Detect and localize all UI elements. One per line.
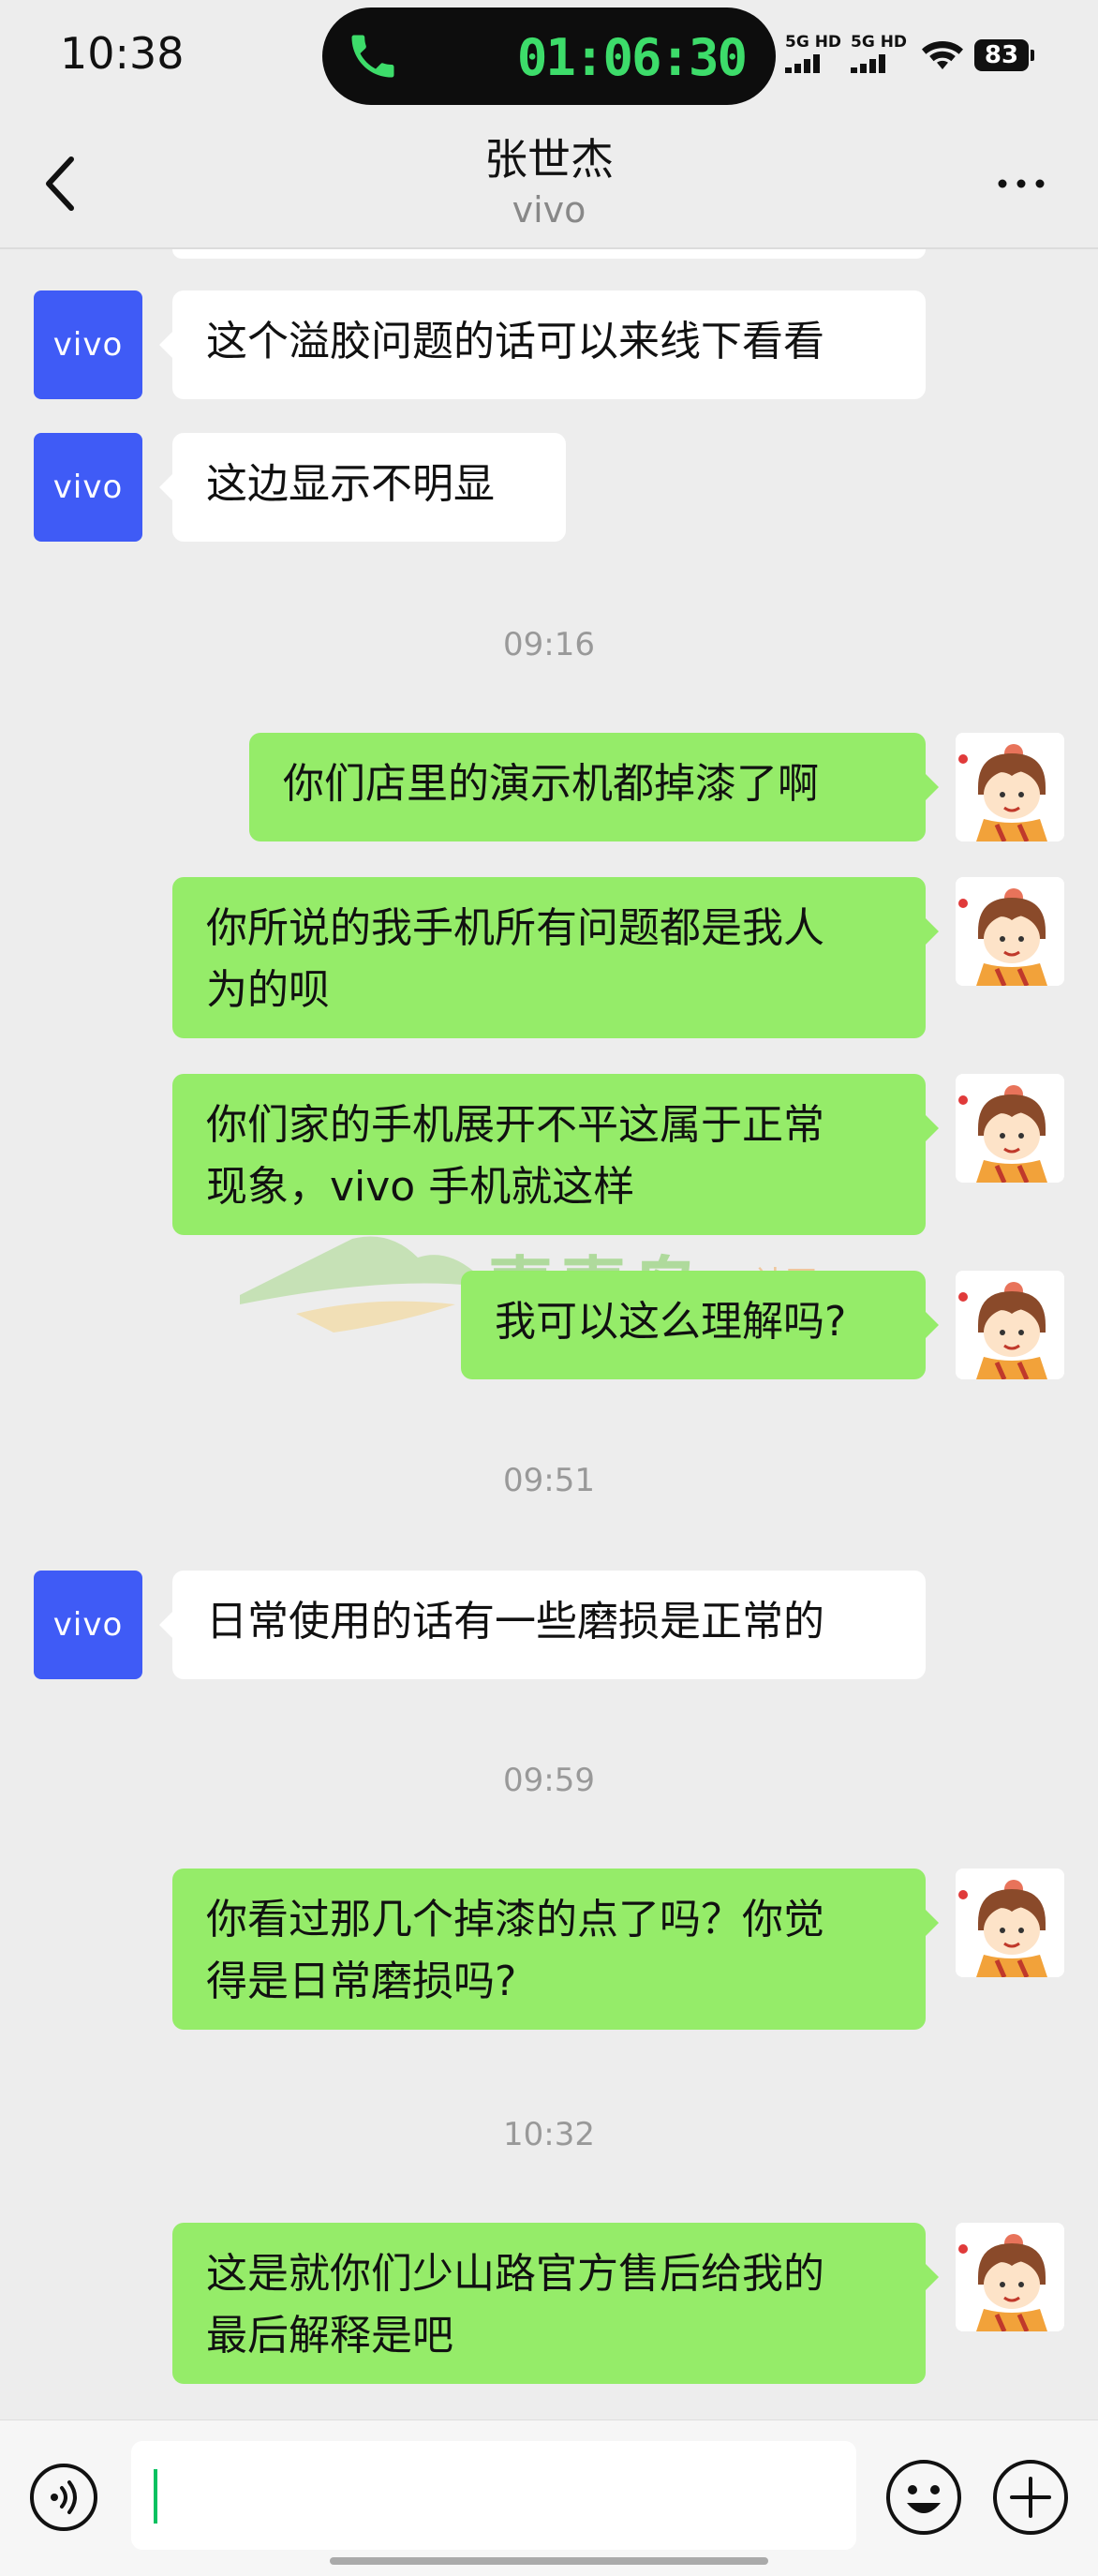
signal-bars-icon	[785, 52, 841, 73]
status-bar: 10:38 01:06:30 5G HD 5G HD 83	[0, 0, 1098, 112]
incoming-message[interactable]: 这个溢胶问题的话可以来线下看看	[159, 290, 926, 399]
user-avatar[interactable]	[956, 1271, 1064, 1379]
signal-bars-icon	[851, 52, 907, 73]
chat-title: 张世杰	[484, 134, 614, 185]
emoji-icon[interactable]	[884, 2458, 963, 2537]
chat-header: 张世杰 vivo	[0, 112, 1098, 247]
call-timer: 01:06:30	[516, 28, 748, 87]
contact-avatar[interactable]: vivo	[34, 1571, 142, 1679]
voice-input-icon[interactable]	[28, 2462, 99, 2533]
user-avatar[interactable]	[956, 1074, 1064, 1183]
battery-icon: 83	[974, 39, 1034, 71]
user-avatar[interactable]	[956, 2223, 1064, 2331]
ongoing-call-pill[interactable]: 01:06:30	[322, 7, 776, 105]
outgoing-message[interactable]: 你们店里的演示机都掉漆了啊	[249, 733, 939, 841]
outgoing-message[interactable]: 你们家的手机展开不平这属于正常 现象，vivo 手机就这样	[172, 1074, 939, 1235]
user-avatar[interactable]	[956, 877, 1064, 986]
user-avatar[interactable]	[956, 1869, 1064, 1977]
outgoing-message[interactable]: 你所说的我手机所有问题都是我人 为的呗	[172, 877, 939, 1038]
message-timestamp: 10:32	[503, 2116, 595, 2153]
cartoon-boy-avatar-icon	[956, 877, 1064, 986]
contact-avatar[interactable]: vivo	[34, 290, 142, 399]
previous-bubble-edge	[172, 249, 926, 259]
cartoon-boy-avatar-icon	[956, 733, 1064, 841]
more-options-icon[interactable]	[995, 174, 1047, 193]
message-input-bar	[0, 2420, 1098, 2576]
incoming-message[interactable]: 这边显示不明显	[159, 433, 566, 542]
outgoing-message[interactable]: 我可以这么理解吗?	[461, 1271, 939, 1379]
cartoon-boy-avatar-icon	[956, 1074, 1064, 1183]
sim1-label: 5G HD	[785, 33, 842, 52]
outgoing-message[interactable]: 你看过那几个掉漆的点了吗？你觉 得是日常磨损吗?	[172, 1869, 939, 2030]
wifi-icon	[922, 41, 963, 69]
cartoon-boy-avatar-icon	[956, 1869, 1064, 1977]
status-clock: 10:38	[60, 28, 185, 79]
chat-subtitle: vivo	[512, 189, 586, 231]
sim2-signal: 5G HD	[851, 34, 907, 73]
contact-avatar[interactable]: vivo	[34, 433, 142, 542]
message-timestamp: 09:51	[503, 1462, 595, 1499]
message-timestamp: 09:16	[503, 626, 595, 663]
cartoon-boy-avatar-icon	[956, 1271, 1064, 1379]
text-cursor	[154, 2469, 157, 2524]
plus-icon[interactable]	[991, 2458, 1070, 2537]
phone-icon	[351, 35, 394, 78]
cartoon-boy-avatar-icon	[956, 2223, 1064, 2331]
message-text-input[interactable]	[131, 2441, 856, 2550]
sim2-label: 5G HD	[851, 33, 908, 52]
user-avatar[interactable]	[956, 733, 1064, 841]
outgoing-message[interactable]: 这是就你们少山路官方售后给我的 最后解释是吧	[172, 2223, 939, 2384]
message-timestamp: 09:59	[503, 1762, 595, 1799]
sim1-signal: 5G HD	[785, 34, 841, 73]
incoming-message[interactable]: 日常使用的话有一些磨损是正常的	[159, 1571, 926, 1679]
home-indicator[interactable]	[330, 2557, 768, 2565]
